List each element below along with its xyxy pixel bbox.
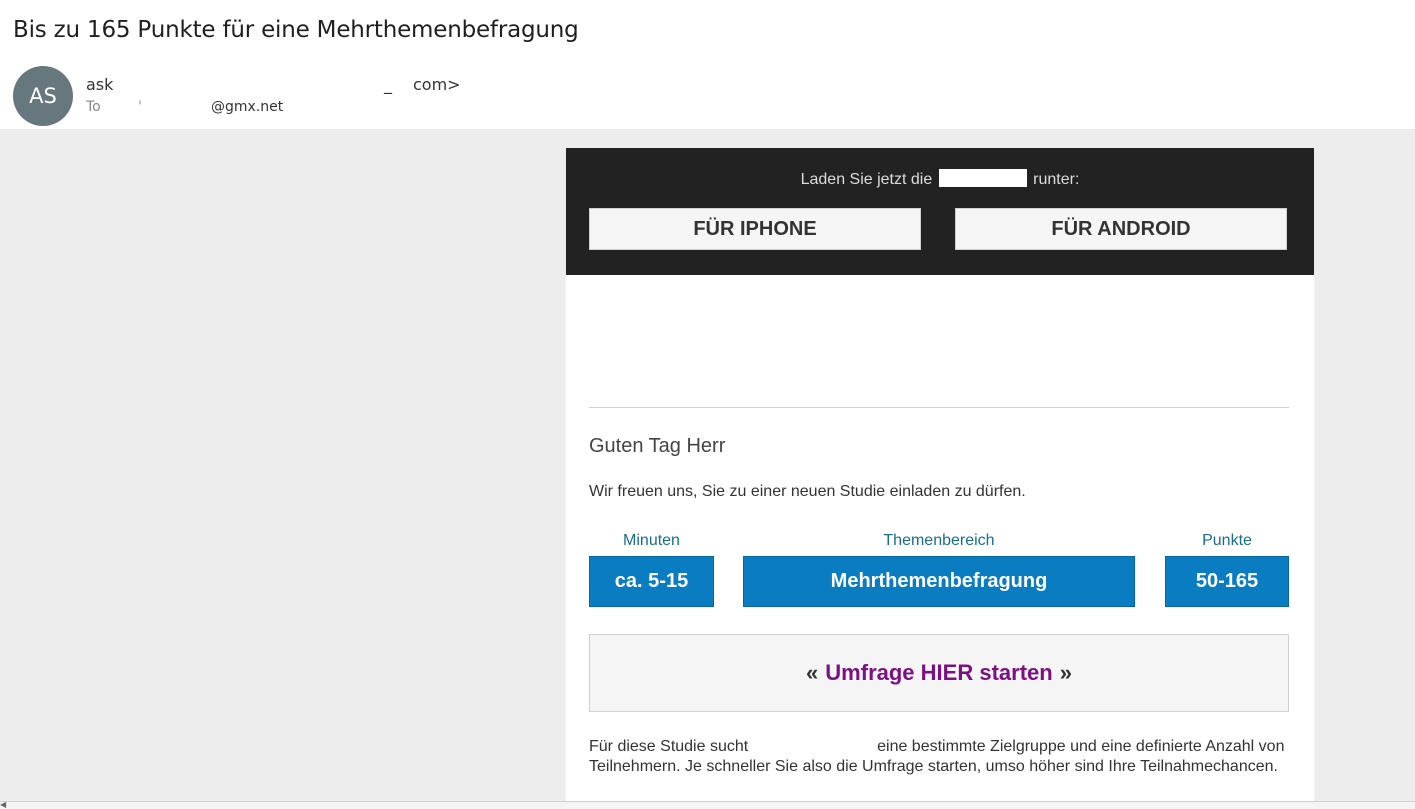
app-name-redaction	[938, 169, 1027, 187]
topic-label: Themenbereich	[883, 532, 995, 549]
sender-address-start: ask	[86, 75, 114, 94]
to-label: To	[86, 99, 101, 115]
download-prompt: Laden Sie jetzt die runter:	[566, 169, 1314, 189]
email-subject: Bis zu 165 Punkte für eine Mehrthemenbef…	[13, 17, 579, 43]
recipient-line: To ' @gmx.net	[86, 99, 386, 119]
horizontal-scrollbar[interactable]: ◀	[0, 800, 1415, 809]
start-open-quote: «	[806, 660, 819, 685]
points-value-box: 50-165	[1165, 556, 1289, 607]
greeting: Guten Tag Herr	[589, 435, 726, 457]
study-text-start: Für diese Studie sucht	[589, 738, 749, 755]
download-prompt-start: Laden Sie jetzt die	[800, 171, 933, 188]
recipient-redaction-mark: '	[138, 99, 142, 115]
iphone-download-button[interactable]: FÜR IPHONE	[589, 208, 921, 250]
start-survey-link[interactable]: Umfrage HIER starten	[825, 660, 1052, 686]
points-label: Punkte	[1202, 532, 1252, 549]
email-content: Laden Sie jetzt die runter: FÜR IPHONE F…	[566, 148, 1314, 801]
triangle-left-icon[interactable]: ◀	[0, 800, 6, 809]
email-body-area: Laden Sie jetzt die runter: FÜR IPHONE F…	[0, 129, 1415, 801]
minutes-value-box: ca. 5-15	[589, 556, 714, 607]
topic-value-box: Mehrthemenbefragung	[743, 556, 1135, 607]
android-download-button[interactable]: FÜR ANDROID	[955, 208, 1287, 250]
minutes-label: Minuten	[623, 532, 680, 549]
sender-redaction-mark: _	[384, 75, 392, 94]
start-close-quote: »	[1059, 660, 1072, 685]
study-description: Für diese Studie sucht eine bestimmte Zi…	[589, 737, 1289, 777]
recipient-domain: @gmx.net	[211, 99, 284, 115]
download-prompt-end: runter:	[1033, 171, 1080, 188]
sender-address-end: com>	[413, 75, 461, 94]
start-survey-box: « Umfrage HIER starten »	[589, 634, 1289, 712]
divider	[589, 407, 1289, 408]
sender-line[interactable]: ask _ com>	[86, 75, 486, 97]
intro-text: Wir freuen uns, Sie zu einer neuen Studi…	[589, 483, 1026, 500]
sender-avatar[interactable]: AS	[13, 66, 73, 126]
app-download-header: Laden Sie jetzt die runter: FÜR IPHONE F…	[566, 148, 1314, 275]
